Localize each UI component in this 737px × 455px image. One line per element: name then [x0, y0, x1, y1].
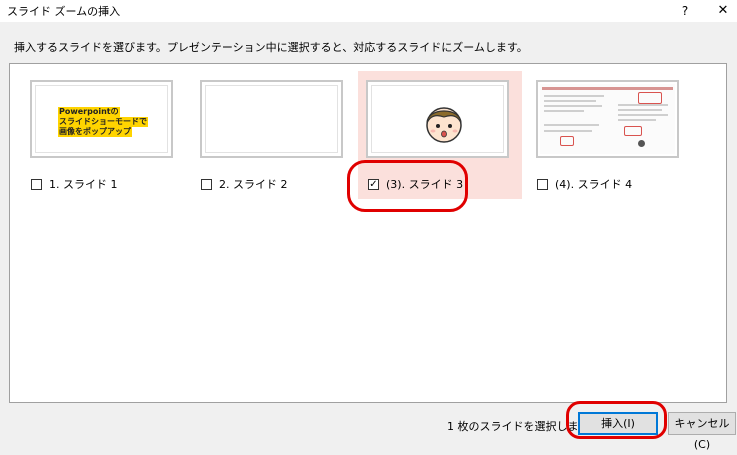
insert-button[interactable]: 挿入(I) [578, 412, 658, 435]
slide-checkbox-row-1[interactable]: 1. スライド 1 [31, 176, 118, 192]
slide-checkbox-row-4[interactable]: (4). スライド 4 [537, 176, 632, 192]
close-button[interactable]: ✕ [713, 1, 733, 21]
dialog-title: スライド ズームの挿入 [7, 5, 121, 18]
slide-list-panel: Powerpointの スライドショーモードで 画像をポップアップ 1. スライ… [9, 63, 727, 403]
help-button[interactable]: ? [675, 1, 695, 21]
slide-checkbox-4[interactable] [537, 178, 548, 190]
slide-item-2[interactable]: 2. スライド 2 [192, 71, 352, 191]
instruction-text: 挿入するスライドを選びます。プレゼンテーション中に選択すると、対応するスライドに… [14, 41, 528, 54]
slide-checkbox-2[interactable] [201, 178, 212, 190]
slide-label-2: 2. スライド 2 [219, 178, 288, 191]
slide-item-4[interactable]: (4). スライド 4 [528, 71, 688, 191]
cancel-button[interactable]: キャンセル(C) [668, 412, 736, 451]
slide-thumbnail-2[interactable] [200, 80, 343, 158]
slide-thumbnail-4[interactable] [536, 80, 679, 158]
selection-status-text: 1 枚のスライドを選択しまし [447, 420, 590, 433]
slide-checkbox-1[interactable] [31, 178, 42, 190]
title-bar: スライド ズームの挿入 ? ✕ [0, 0, 737, 22]
slide-1-text-line: 画像をポップアップ [58, 127, 132, 137]
slide-1-text-line: スライドショーモードで [58, 117, 148, 127]
slide-thumbnail-3[interactable] [366, 80, 509, 158]
slide-label-4: (4). スライド 4 [555, 178, 633, 191]
slide-label-1: 1. スライド 1 [49, 178, 118, 191]
face-illustration-icon [426, 107, 462, 143]
slide-1-text-line: Powerpointの [58, 107, 120, 117]
slide-item-1[interactable]: Powerpointの スライドショーモードで 画像をポップアップ 1. スライ… [22, 71, 182, 191]
slide-thumbnail-1[interactable]: Powerpointの スライドショーモードで 画像をポップアップ [30, 80, 173, 158]
slide-checkbox-row-2[interactable]: 2. スライド 2 [201, 176, 288, 192]
annotation-highlight-checkbox [347, 160, 468, 212]
